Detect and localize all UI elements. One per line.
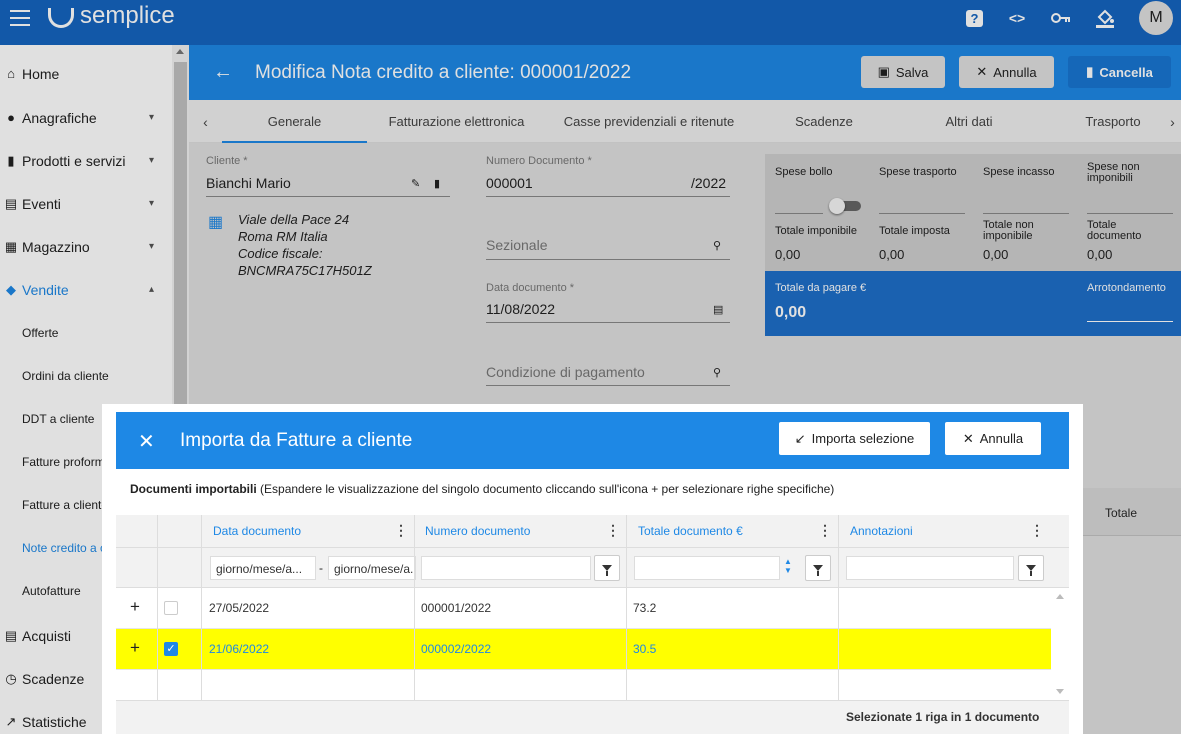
filter-icon[interactable] [1018, 555, 1044, 581]
behind-grid-header: Totale [1083, 488, 1181, 536]
date-to-filter[interactable]: giorno/mese/a... [328, 556, 416, 580]
column-header-data[interactable]: Data documento [213, 524, 301, 538]
grid-header: Data documento ⋮ Numero documento ⋮ Tota… [116, 515, 1069, 548]
close-icon: ✕ [962, 430, 974, 446]
dialog-header: ✕ Importa da Fatture a cliente ↙ Importa … [116, 412, 1069, 469]
column-header-annotazioni[interactable]: Annotazioni [850, 524, 913, 538]
import-dialog: ✕ Importa da Fatture a cliente ↙ Importa … [102, 404, 1083, 734]
totale-filter[interactable] [634, 556, 780, 580]
dialog-cancel-button[interactable]: ✕ Annulla [945, 422, 1041, 455]
date-from-filter[interactable]: giorno/mese/a... [210, 556, 316, 580]
cell-numero: 000002/2022 [421, 642, 492, 656]
documents-grid: Data documento ⋮ Numero documento ⋮ Tota… [116, 515, 1069, 734]
cell-totale: 73.2 [633, 601, 657, 615]
cell-data: 27/05/2022 [209, 601, 270, 615]
behind-totale-header: Totale [1105, 506, 1138, 520]
cell-numero: 000001/2022 [421, 601, 492, 615]
column-menu-icon[interactable]: ⋮ [606, 522, 620, 539]
column-menu-icon[interactable]: ⋮ [818, 522, 832, 539]
arrow-down-left-icon: ↙ [794, 430, 806, 446]
cell-data: 21/06/2022 [209, 642, 270, 656]
date-range-separator: - [319, 561, 323, 575]
filter-icon[interactable] [594, 555, 620, 581]
dialog-title: Importa da Fatture a cliente [180, 430, 413, 451]
annotazioni-filter[interactable] [846, 556, 1014, 580]
column-header-totale[interactable]: Totale documento € [638, 524, 743, 538]
row-checkbox-checked[interactable]: ✓ [164, 642, 178, 656]
table-row[interactable]: + 27/05/2022 000001/2022 73.2 [116, 588, 1051, 629]
grid-footer: Selezionate 1 riga in 1 documento [116, 700, 1069, 734]
filter-row: giorno/mese/a... - giorno/mese/a... ▲ ▼ [116, 548, 1069, 588]
expand-icon[interactable]: + [130, 638, 140, 658]
expand-icon[interactable]: + [130, 597, 140, 617]
table-row-selected[interactable]: + ✓ 21/06/2022 000002/2022 30.5 [116, 629, 1051, 670]
spinner-icon[interactable]: ▲ ▼ [784, 557, 792, 575]
row-checkbox[interactable] [164, 601, 178, 615]
grid-scrollbar[interactable] [1051, 588, 1069, 700]
cell-totale: 30.5 [633, 642, 657, 656]
import-selection-button[interactable]: ↙ Importa selezione [779, 422, 930, 455]
numero-filter[interactable] [421, 556, 591, 580]
dialog-subtitle: Documenti importabili (Espandere le visu… [130, 482, 835, 496]
filter-icon[interactable] [805, 555, 831, 581]
column-header-numero[interactable]: Numero documento [425, 524, 530, 538]
column-menu-icon[interactable]: ⋮ [1030, 522, 1044, 539]
column-menu-icon[interactable]: ⋮ [394, 522, 408, 539]
close-icon[interactable]: ✕ [138, 429, 155, 454]
selection-summary: Selezionate 1 riga in 1 documento [846, 710, 1040, 724]
